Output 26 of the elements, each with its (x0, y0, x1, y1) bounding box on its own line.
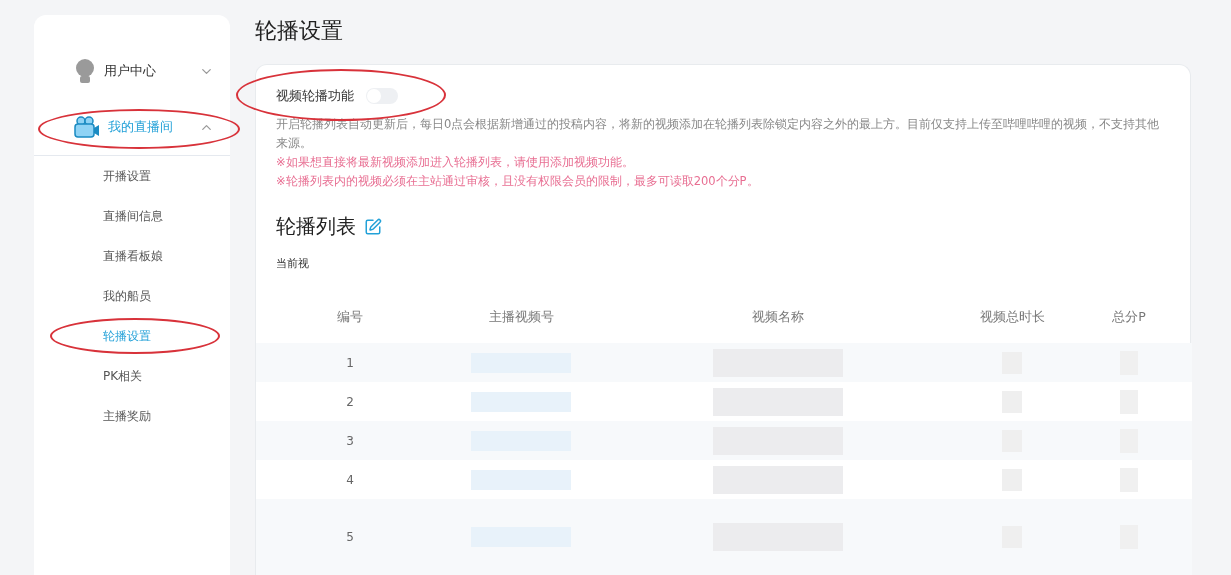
column-header: 主播视频号 (487, 307, 555, 326)
sidebar-item[interactable]: 直播间信息 (34, 196, 230, 236)
edit-icon[interactable] (364, 217, 382, 236)
page-title: 轮播设置 (255, 17, 344, 45)
column-header: 编号 (336, 307, 364, 326)
list-title: 轮播列表 (276, 213, 356, 240)
note-text: ※如果想直接将最新视频添加进入轮播列表，请使用添加视频功能。 (276, 154, 635, 171)
column-header: 总分P (1111, 307, 1147, 326)
sidebar-group[interactable]: 用户中心 (34, 43, 230, 99)
video-camera-icon (74, 116, 100, 138)
sidebar-item[interactable]: 直播看板娘 (34, 236, 230, 276)
row-number: 1 (346, 355, 354, 370)
row-number: 3 (346, 433, 354, 448)
column-header: 视频名称 (751, 307, 805, 326)
toggle-label: 视频轮播功能 (276, 87, 354, 105)
sidebar-item[interactable]: PK相关 (34, 356, 230, 396)
row-number: 5 (346, 530, 354, 544)
mascot-icon (74, 59, 96, 83)
note-text: ※轮播列表内的视频必须在主站通过审核，且没有权限会员的限制，最多可读取200个分P。 (276, 173, 760, 190)
current-video-label: 当前视 (276, 256, 310, 271)
column-header: 视频总时长 (978, 307, 1046, 326)
sidebar-item[interactable]: 开播设置 (34, 156, 230, 196)
row-number: 4 (346, 472, 354, 487)
sidebar-item[interactable]: 我的船员 (34, 276, 230, 316)
row-number: 2 (346, 394, 354, 409)
sidebar-item[interactable]: 主播奖励 (34, 396, 230, 436)
